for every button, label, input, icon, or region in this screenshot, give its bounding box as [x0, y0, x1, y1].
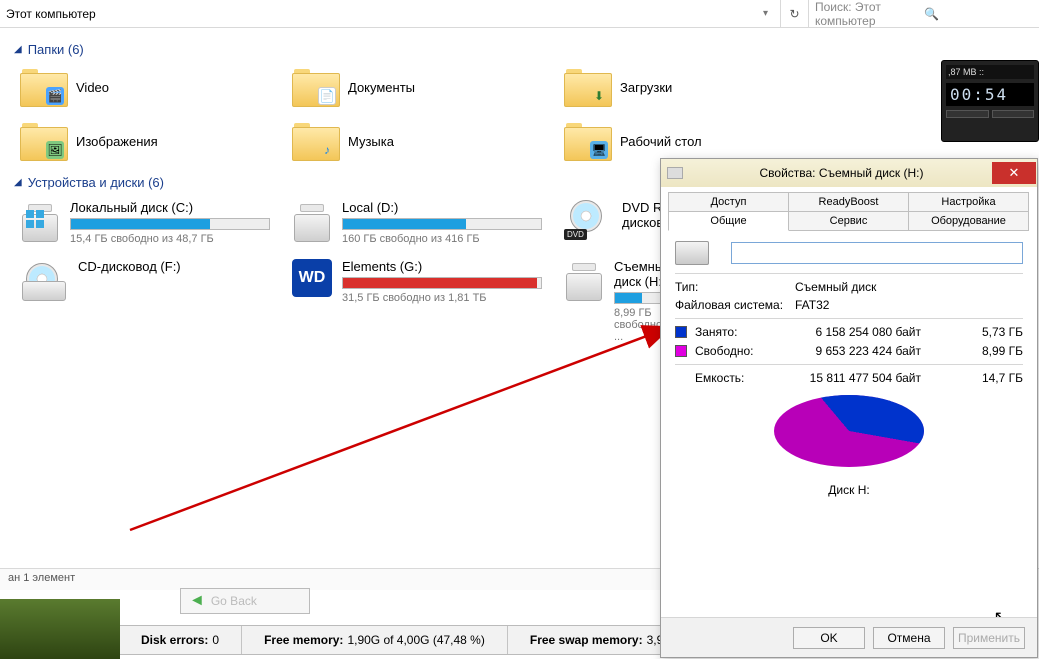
drive-g[interactable]: WD Elements (G:) 31,5 ГБ свободно из 1,8… — [292, 259, 542, 343]
dialog-titlebar[interactable]: Свойства: Съемный диск (H:) ✕ — [661, 159, 1037, 187]
tab-readyboost[interactable]: ReadyBoost — [788, 192, 909, 212]
tab-strip: Доступ ReadyBoost Настройка Общие Сервис… — [661, 187, 1037, 231]
desktop-gadget[interactable]: ,87 MB :: 00:54 — [941, 60, 1039, 142]
drive-cd[interactable]: CD-дисковод (F:) — [20, 259, 270, 343]
clock-display: 00:54 — [946, 83, 1034, 106]
desktop-wallpaper — [0, 599, 120, 659]
search-input[interactable]: Поиск: Этот компьютер 🔍 — [809, 0, 1039, 27]
collapse-icon: ◢ — [14, 177, 22, 188]
address-path: Этот компьютер — [6, 7, 96, 21]
folder-desktop[interactable]: 🖥 Рабочий стол — [564, 121, 814, 161]
apply-button[interactable]: Применить — [953, 627, 1025, 649]
tab-access[interactable]: Доступ — [668, 192, 789, 212]
refresh-button[interactable]: ↻ — [781, 0, 809, 27]
ok-button[interactable]: OK — [793, 627, 865, 649]
properties-dialog: Свойства: Съемный диск (H:) ✕ Доступ Rea… — [660, 158, 1038, 658]
drive-c[interactable]: Локальный диск (C:) 15,4 ГБ свободно из … — [20, 200, 270, 245]
close-button[interactable]: ✕ — [992, 162, 1036, 184]
search-placeholder: Поиск: Этот компьютер — [815, 0, 924, 28]
drive-icon — [667, 167, 683, 179]
folder-pictures[interactable]: 🖼 Изображения — [20, 121, 270, 161]
usage-pie-chart — [774, 395, 924, 467]
go-back-button[interactable]: ◄ Go Back — [180, 588, 310, 614]
drive-icon — [675, 241, 709, 265]
tab-general[interactable]: Общие — [668, 211, 789, 231]
cancel-button[interactable]: Отмена — [873, 627, 945, 649]
collapse-icon: ◢ — [14, 44, 22, 55]
tab-settings[interactable]: Настройка — [908, 192, 1029, 212]
folder-music[interactable]: ♪ Музыка — [292, 121, 542, 161]
folder-documents[interactable]: 📄 Документы — [292, 67, 542, 107]
free-color-icon — [675, 345, 687, 357]
folder-video[interactable]: 🎬 Video — [20, 67, 270, 107]
wd-logo-icon: WD — [292, 259, 332, 297]
group-header-folders[interactable]: ◢ Папки (6) — [14, 42, 1025, 57]
windows-icon — [26, 210, 46, 230]
tab-hardware[interactable]: Оборудование — [908, 211, 1029, 231]
search-icon: 🔍 — [924, 7, 1033, 21]
system-info-strip: Disk errors:0 Free memory:1,90G of 4,00G… — [118, 625, 703, 655]
address-bar[interactable]: Этот компьютер ▾ — [0, 0, 781, 27]
drive-label-input[interactable] — [731, 242, 1023, 264]
used-color-icon — [675, 326, 687, 338]
tab-service[interactable]: Сервис — [788, 211, 909, 231]
chevron-down-icon[interactable]: ▾ — [757, 8, 774, 19]
folder-downloads[interactable]: ⬇ Загрузки — [564, 67, 814, 107]
drive-d[interactable]: Local (D:) 160 ГБ свободно из 416 ГБ — [292, 200, 542, 245]
arrow-left-icon: ◄ — [189, 592, 205, 610]
